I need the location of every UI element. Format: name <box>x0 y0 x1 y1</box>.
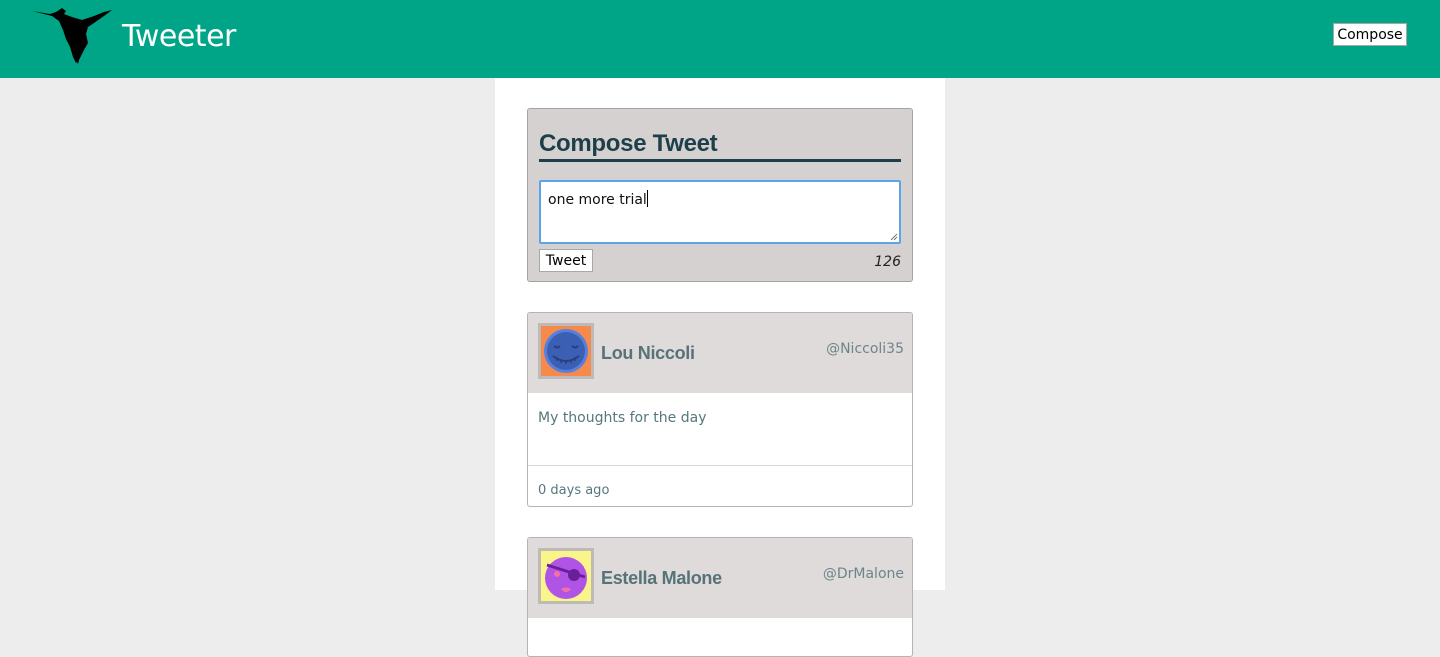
compose-tweet-section: Compose Tweet one more trial Tweet 126 <box>527 108 913 282</box>
tweet-timestamp: 0 days ago <box>538 483 610 498</box>
compose-button[interactable]: Compose <box>1333 23 1407 46</box>
tweet-content: My thoughts for the day <box>538 410 707 426</box>
resize-grip-icon[interactable] <box>890 233 898 241</box>
brand-title: Tweeter <box>122 19 236 54</box>
main-container: Compose Tweet one more trial Tweet 126 L… <box>495 78 945 657</box>
hummingbird-icon <box>32 8 112 64</box>
author-name: Estella Malone <box>601 568 722 588</box>
tweet-header: Estella Malone @DrMalone <box>528 538 912 618</box>
author-handle: @DrMalone <box>822 566 904 582</box>
tweet-text-input[interactable]: one more trial <box>539 180 901 244</box>
avatar <box>538 323 594 379</box>
grinning-face-avatar-icon <box>541 326 591 376</box>
tweet-footer: 0 days ago <box>528 465 912 506</box>
author-handle: @Niccoli35 <box>826 341 904 357</box>
avatar <box>538 548 594 604</box>
pirate-face-avatar-icon <box>541 551 591 601</box>
tweet-submit-button[interactable]: Tweet <box>539 249 593 272</box>
tweet-card: Estella Malone @DrMalone <box>527 537 913 657</box>
tweet-header: Lou Niccoli @Niccoli35 <box>528 313 912 393</box>
compose-title: Compose Tweet <box>539 129 901 162</box>
tweet-card: Lou Niccoli @Niccoli35 My thoughts for t… <box>527 312 913 507</box>
char-counter: 126 <box>874 254 901 270</box>
author-name: Lou Niccoli <box>601 343 695 363</box>
tweet-input-value: one more trial <box>548 192 647 208</box>
text-caret <box>646 190 648 207</box>
navbar: Tweeter Compose <box>0 0 1440 78</box>
